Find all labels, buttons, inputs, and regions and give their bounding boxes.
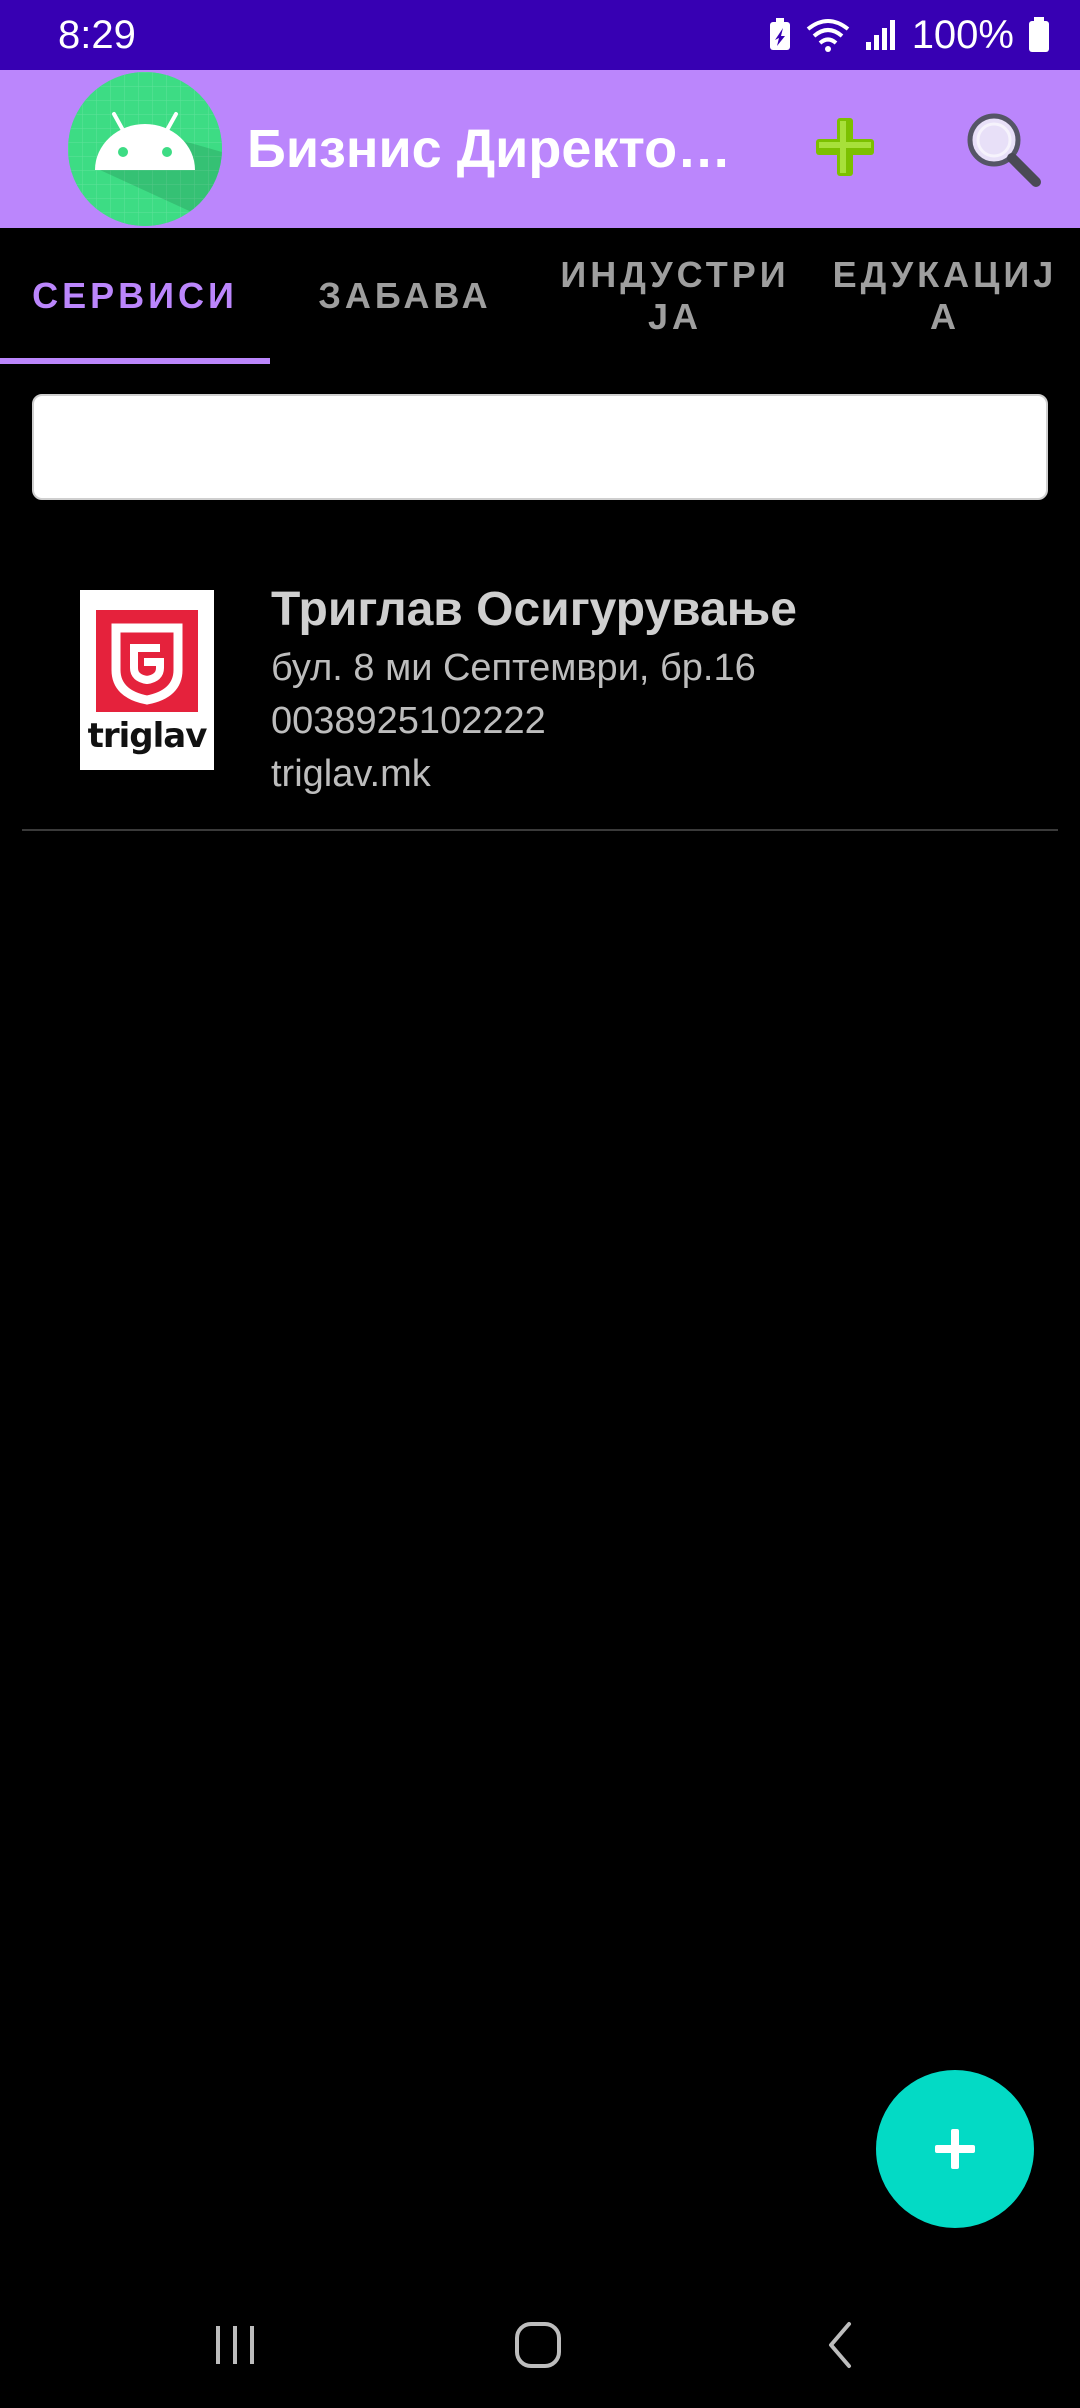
app-title: Бизнис Директо… (247, 119, 732, 179)
app-bar: Бизнис Директо… (0, 70, 1080, 228)
add-button[interactable] (808, 110, 882, 184)
tab-entertainment[interactable]: ЗАБАВА (270, 228, 540, 364)
signal-icon (865, 20, 895, 50)
business-name: Триглав Осигурување (271, 583, 797, 636)
back-button[interactable] (796, 2310, 886, 2380)
search-input[interactable] (32, 394, 1048, 500)
tab-indicator (0, 358, 270, 364)
tab-education[interactable]: ЕДУКАЦИЈА (810, 228, 1080, 364)
plus-icon (816, 118, 874, 176)
back-icon (829, 2322, 851, 2368)
home-button[interactable] (493, 2310, 583, 2380)
business-website: triglav.mk (271, 753, 431, 795)
business-phone: 0038925102222 (271, 700, 546, 742)
search-button[interactable] (960, 106, 1044, 190)
battery-percent: 100% (911, 13, 1014, 57)
list-divider (22, 829, 1058, 831)
recents-icon (216, 2326, 254, 2364)
tab-label: ИНДУСТРИЈА (560, 254, 790, 337)
tab-label: ЕДУКАЦИЈА (832, 254, 1058, 337)
wifi-icon (806, 19, 849, 52)
tab-services[interactable]: СЕРВИСИ (0, 228, 270, 364)
add-fab-button[interactable] (876, 2070, 1034, 2228)
tab-industry[interactable]: ИНДУСТРИЈА (540, 228, 810, 364)
plus-icon (935, 2129, 975, 2169)
search-icon (967, 113, 1041, 187)
business-address: бул. 8 ми Септември, бр.16 (271, 647, 756, 689)
business-logo: triglav (80, 590, 214, 770)
status-bar: 8:29 100% (0, 0, 1080, 70)
category-tabs: СЕРВИСИ ЗАБАВА ИНДУСТРИЈА ЕДУКАЦИЈА (0, 228, 1080, 364)
recents-button[interactable] (190, 2310, 280, 2380)
logo-text: triglav (87, 716, 208, 756)
navigation-bar (0, 2290, 1080, 2408)
android-logo-icon (68, 72, 222, 226)
home-icon (515, 2322, 561, 2368)
business-details: Триглав Осигурување бул. 8 ми Септември,… (271, 578, 1051, 801)
status-icons: 100% (768, 10, 1050, 60)
battery-icon (1029, 17, 1049, 52)
triglav-mark-icon (96, 610, 198, 712)
battery-saver-icon (769, 18, 790, 50)
tab-label: ЗАБАВА (318, 275, 492, 316)
status-time: 8:29 (58, 13, 136, 57)
list-item[interactable]: triglav Триглав Осигурување бул. 8 ми Се… (22, 560, 1058, 830)
tab-label: СЕРВИСИ (32, 275, 238, 316)
